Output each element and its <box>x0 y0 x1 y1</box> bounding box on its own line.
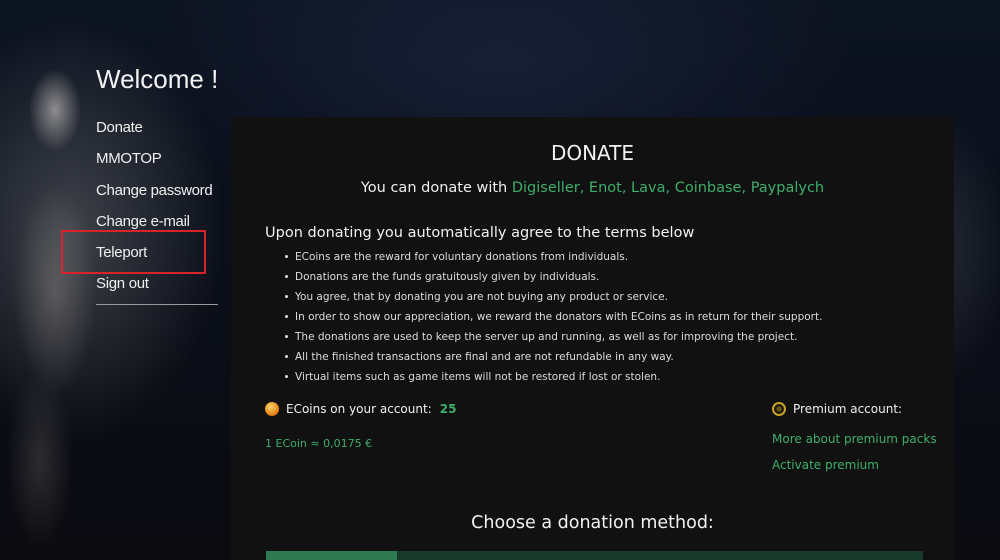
terms-list: ECoins are the reward for voluntary dona… <box>277 250 822 390</box>
sidebar-menu: Donate MMOTOP Change password Change e-m… <box>96 118 220 306</box>
payment-methods-link[interactable]: Digiseller, Enot, Lava, Coinbase, Paypal… <box>512 180 824 196</box>
premium-icon <box>772 402 786 416</box>
terms-heading: Upon donating you automatically agree to… <box>265 225 695 241</box>
premium-packs-link[interactable]: More about premium packs <box>772 432 937 446</box>
sidebar-item-donate[interactable]: Donate <box>96 118 220 149</box>
ecoins-value: 25 <box>439 402 457 416</box>
teleport-highlight-box <box>61 230 206 274</box>
donation-method-tabs <box>266 551 923 560</box>
ecoins-balance: ECoins on your account: 25 <box>265 402 456 416</box>
sidebar-divider <box>96 304 218 305</box>
activate-premium-link[interactable]: Activate premium <box>772 458 879 472</box>
donate-with-line: You can donate with Digiseller, Enot, La… <box>231 180 954 196</box>
terms-item: Virtual items such as game items will no… <box>277 370 822 390</box>
sidebar-item-change-password[interactable]: Change password <box>96 181 220 212</box>
ecoins-label: ECoins on your account: <box>286 402 432 416</box>
terms-item: The donations are used to keep the serve… <box>277 330 822 350</box>
sidebar-item-sign-out[interactable]: Sign out <box>96 274 220 305</box>
terms-item: You agree, that by donating you are not … <box>277 290 822 310</box>
coin-icon <box>265 402 279 416</box>
terms-item: ECoins are the reward for voluntary dona… <box>277 250 822 270</box>
sidebar-item-mmotop[interactable]: MMOTOP <box>96 149 220 180</box>
page-title: DONATE <box>550 141 635 165</box>
terms-item: All the finished transactions are final … <box>277 350 822 370</box>
donate-panel: DONATE You can donate with Digiseller, E… <box>231 117 954 560</box>
welcome-heading: Welcome ! <box>96 64 219 94</box>
donate-with-prefix: You can donate with <box>360 180 512 196</box>
choose-method-heading: Choose a donation method: <box>471 513 714 533</box>
terms-item: In order to show our appreciation, we re… <box>277 310 822 330</box>
donation-method-tab-active[interactable] <box>266 551 397 560</box>
terms-item: Donations are the funds gratuitously giv… <box>277 270 822 290</box>
ecoin-rate: 1 ECoin ≈ 0,0175 € <box>265 437 373 450</box>
premium-label: Premium account: <box>793 402 903 416</box>
premium-account: Premium account: <box>772 402 902 416</box>
